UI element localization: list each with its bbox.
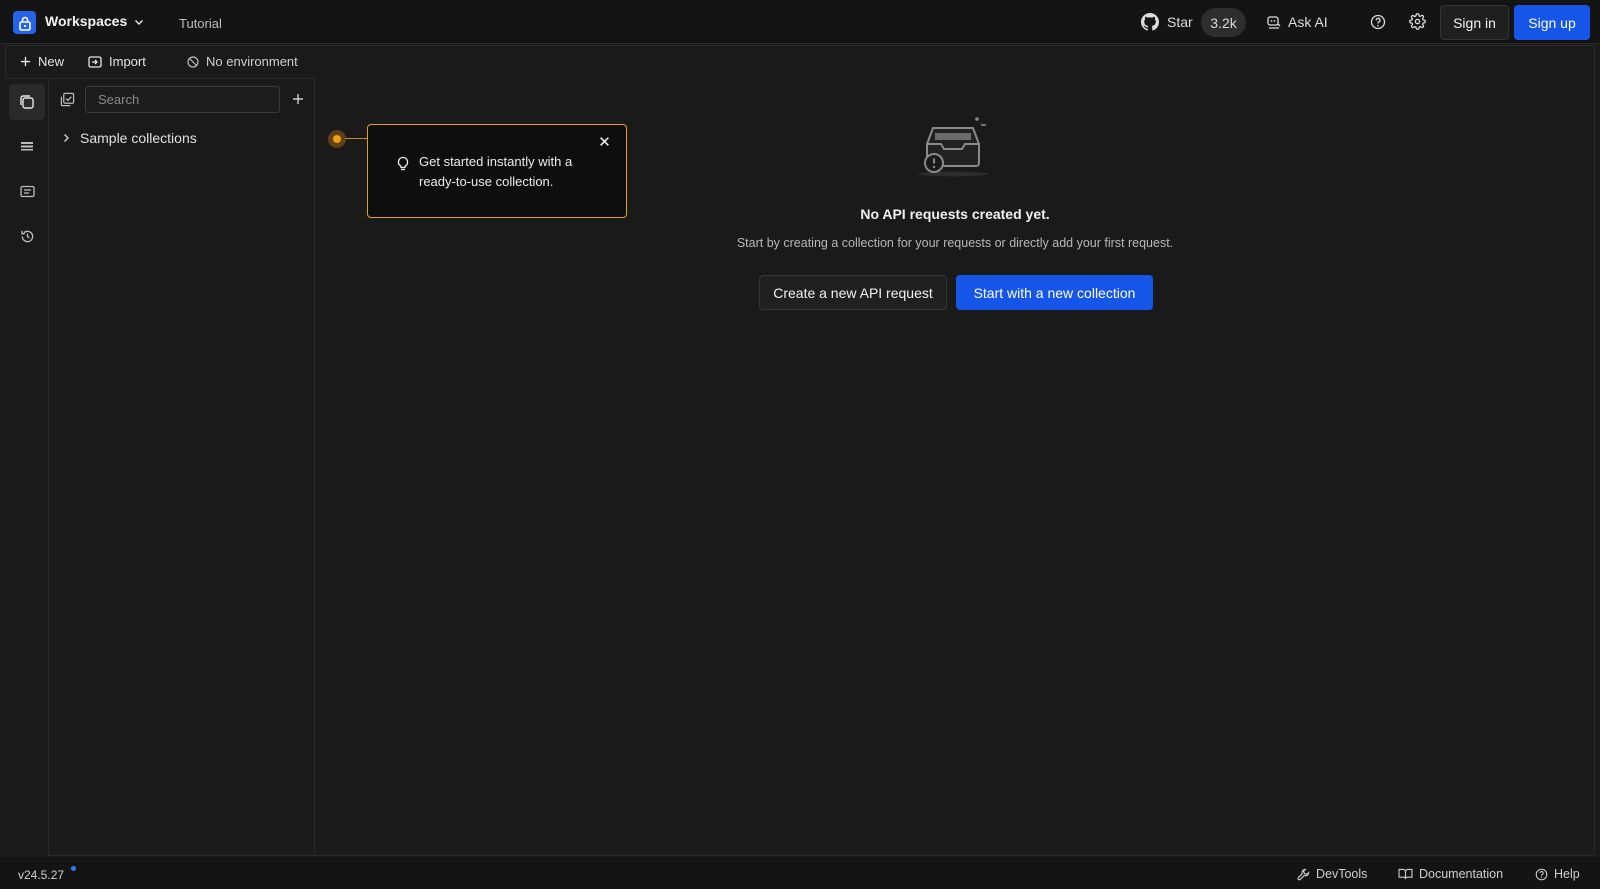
environment-selector[interactable]: No environment <box>187 54 298 69</box>
github-star-link[interactable]: Star <box>1167 14 1193 30</box>
ai-assistant-icon[interactable] <box>1266 14 1282 30</box>
no-environment-icon <box>187 55 199 68</box>
add-collection-plus-icon[interactable] <box>292 93 304 105</box>
import-button-label: Import <box>109 54 146 69</box>
sign-up-button[interactable]: Sign up <box>1514 5 1590 40</box>
layers-icon <box>21 142 33 151</box>
documentation-label: Documentation <box>1419 867 1504 881</box>
collections-sidebar <box>49 79 315 856</box>
update-indicator-dot <box>71 866 76 871</box>
status-bar: v24.5.27 DevTools Documentation Help <box>0 857 1600 889</box>
workspace-lock-icon[interactable] <box>13 11 36 34</box>
collection-tree-item[interactable]: Sample collections <box>60 130 197 146</box>
import-icon <box>88 55 102 68</box>
rail-flows-button[interactable] <box>9 173 45 209</box>
help-button[interactable]: Help <box>1535 867 1580 881</box>
environment-label: No environment <box>206 54 298 69</box>
empty-state-subtitle: Start by creating a collection for your … <box>736 236 1174 250</box>
sidebar-toolbar: New Import No environment <box>5 45 315 79</box>
tutorial-link[interactable]: Tutorial <box>179 16 222 31</box>
devtools-button[interactable]: DevTools <box>1297 867 1367 881</box>
top-bar: Workspaces Tutorial Star 3.2k Ask AI Sig… <box>0 0 1600 44</box>
create-api-request-button[interactable]: Create a new API request <box>759 275 947 310</box>
wrench-icon <box>1297 868 1310 880</box>
collection-checklist-icon[interactable] <box>60 92 75 107</box>
chevron-down-icon[interactable] <box>133 16 145 28</box>
history-icon <box>20 230 33 242</box>
onboarding-popover: Get started instantly with a ready-to-us… <box>367 124 627 218</box>
beacon-connector <box>345 138 367 139</box>
onboarding-beacon-dot <box>333 135 341 143</box>
chevron-right-icon <box>64 134 69 142</box>
version-label[interactable]: v24.5.27 <box>18 868 64 882</box>
list-card-icon <box>19 185 35 197</box>
sign-in-button[interactable]: Sign in <box>1440 5 1509 40</box>
empty-inbox-illustration-icon <box>913 113 993 179</box>
documentation-button[interactable]: Documentation <box>1398 867 1503 881</box>
close-icon[interactable] <box>599 136 610 147</box>
new-button-label: New <box>38 54 65 69</box>
book-icon <box>1398 868 1413 880</box>
rail-collections-button[interactable] <box>9 84 45 120</box>
gear-icon[interactable] <box>1409 13 1426 30</box>
help-label: Help <box>1554 867 1580 881</box>
workspace-switcher[interactable]: Workspaces <box>45 13 127 29</box>
new-button[interactable]: New <box>20 54 64 69</box>
plus-icon <box>20 56 31 67</box>
lightbulb-icon <box>396 156 410 172</box>
help-circle-icon <box>1535 868 1548 880</box>
import-button[interactable]: Import <box>88 54 146 69</box>
star-count-badge[interactable]: 3.2k <box>1201 8 1246 37</box>
help-circle-icon[interactable] <box>1370 14 1386 30</box>
rail-history-button[interactable] <box>9 218 45 254</box>
ask-ai-button[interactable]: Ask AI <box>1288 14 1328 30</box>
popover-text: Get started instantly with a ready-to-us… <box>419 154 573 189</box>
empty-state-title: No API requests created yet. <box>860 206 1050 222</box>
collection-name: Sample collections <box>80 130 197 146</box>
search-input[interactable] <box>85 86 280 113</box>
start-new-collection-button[interactable]: Start with a new collection <box>956 275 1153 310</box>
rail-environments-button[interactable] <box>9 128 45 164</box>
devtools-label: DevTools <box>1316 867 1368 881</box>
collections-icon <box>20 95 34 109</box>
github-icon[interactable] <box>1141 13 1159 31</box>
